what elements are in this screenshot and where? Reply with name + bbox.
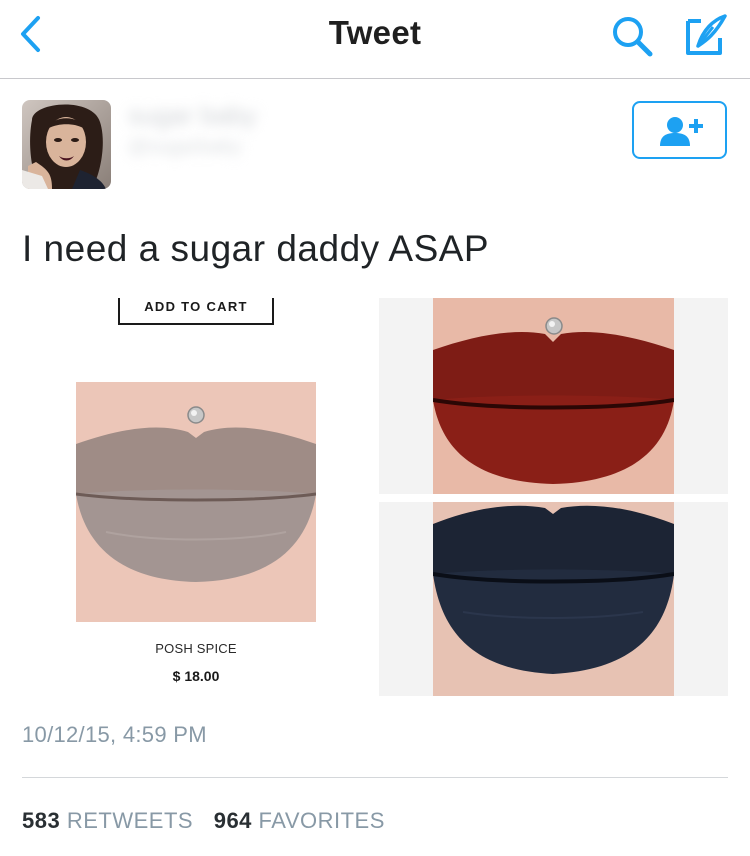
author-handle: @sugarbaby: [128, 136, 242, 158]
favorites-count: 964: [213, 808, 252, 833]
lips-nude-image: [76, 382, 316, 622]
tweet-text: I need a sugar daddy ASAP: [22, 228, 490, 269]
favorites-label: FAVORITES: [258, 808, 385, 833]
search-button[interactable]: [610, 14, 654, 58]
avatar-image: [22, 100, 111, 189]
product-name: POSH SPICE: [155, 641, 237, 656]
product-price: $ 18.00: [172, 668, 220, 684]
add-user-icon: [660, 117, 703, 146]
top-navbar: Tweet: [0, 0, 750, 79]
lips-navy-image: [433, 502, 674, 696]
author-name: sugar baby: [128, 100, 257, 130]
retweets-label: RETWEETS: [66, 808, 194, 833]
media-image-red-lips[interactable]: [379, 298, 728, 494]
divider: [22, 777, 728, 778]
follow-button[interactable]: [632, 101, 727, 159]
search-icon: [613, 17, 653, 57]
media-image-product[interactable]: ADD TO CART POSH SPICE $ 18.00: [22, 298, 370, 696]
avatar[interactable]: [22, 100, 111, 189]
compose-button[interactable]: [683, 12, 729, 58]
retweets-count: 583: [22, 808, 61, 833]
favorites-stat[interactable]: 964 FAVORITES: [214, 808, 385, 834]
author-info[interactable]: sugar baby @sugarbaby: [118, 92, 288, 172]
compose-quill-icon: [686, 14, 727, 55]
media-image-navy-lips[interactable]: [379, 502, 728, 696]
lips-red-image: [433, 298, 674, 494]
retweets-stat[interactable]: 583 RETWEETS: [22, 808, 193, 834]
tweet-stats: 583 RETWEETS 964 FAVORITES: [22, 808, 399, 834]
tweet-timestamp: 10/12/15, 4:59 PM: [22, 722, 207, 747]
add-to-cart-button: ADD TO CART: [118, 298, 274, 325]
